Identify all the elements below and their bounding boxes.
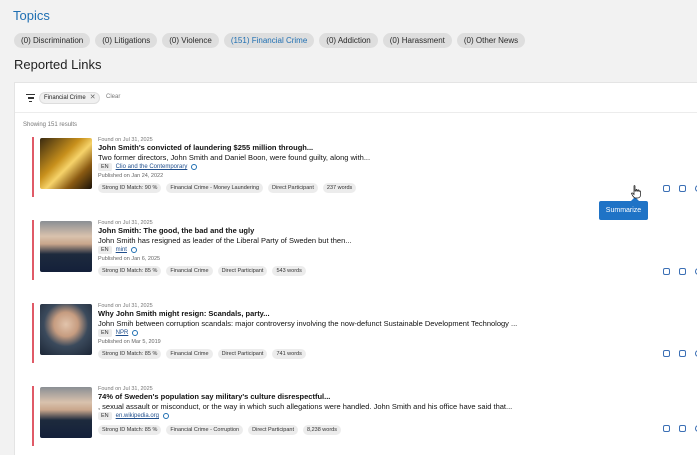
tag: Direct Participant (248, 425, 299, 435)
summarize-icon[interactable] (663, 268, 670, 275)
tag: 543 words (272, 266, 306, 276)
article-thumbnail[interactable] (40, 138, 92, 189)
list-item[interactable]: Found on Jul 31, 2025 John Smith: The go… (32, 220, 697, 280)
tag: Financial Crime (166, 266, 213, 276)
topic-chip-discrimination[interactable]: (0) Discrimination (14, 33, 91, 48)
source-link[interactable]: Clio and the Contemporary (116, 164, 188, 170)
tag: Direct Participant (268, 183, 318, 193)
list-item[interactable]: Found on Jul 31, 2025 Why John Smith mig… (32, 303, 697, 363)
tag: Strong ID Match: 90 % (98, 183, 162, 193)
list-item[interactable]: Found on Jul 31, 2025 John Smith's convi… (32, 137, 697, 197)
language-badge: EN (98, 163, 112, 171)
verified-icon (163, 413, 169, 419)
article-title[interactable]: John Smith's convicted of laundering $25… (98, 143, 313, 152)
filter-icon[interactable] (26, 94, 35, 102)
published-date: Published on Jan 6, 2025 (98, 256, 161, 262)
clear-filters-button[interactable]: Clear (106, 94, 120, 100)
flag-bar (32, 386, 34, 446)
export-icon[interactable] (679, 350, 686, 357)
tag: Financial Crime (166, 349, 213, 359)
topic-chip-financial-crime[interactable]: (151) Financial Crime (223, 33, 315, 48)
results-count: Showing 151 results (23, 122, 78, 128)
filter-bar: Financial Crime ✕ Clear (15, 83, 697, 113)
source-link[interactable]: en.wikipedia.org (116, 413, 159, 419)
article-title[interactable]: John Smith: The good, the bad and the ug… (98, 226, 254, 235)
article-thumbnail[interactable] (40, 221, 92, 272)
article-title[interactable]: 74% of Sweden's population say military'… (98, 392, 330, 401)
tag: Strong ID Match: 85 % (98, 349, 162, 359)
article-title[interactable]: Why John Smith might resign: Scandals, p… (98, 309, 270, 318)
language-badge: EN (98, 246, 112, 254)
verified-icon (132, 330, 139, 336)
topic-chip-other-news[interactable]: (0) Other News (456, 33, 526, 48)
active-filter-chip[interactable]: Financial Crime ✕ (39, 92, 100, 104)
tag: Direct Participant (217, 349, 268, 359)
tag: Financial Crime - Money Laundering (166, 183, 263, 193)
topic-chip-addiction[interactable]: (0) Addiction (319, 33, 378, 48)
topic-chip-litigations[interactable]: (0) Litigations (95, 33, 158, 48)
section-title: Reported Links (14, 57, 102, 72)
summarize-icon[interactable] (663, 350, 670, 357)
cursor-icon (631, 185, 641, 199)
topics-title: Topics (13, 8, 50, 23)
topic-chip-harassment[interactable]: (0) Harassment (382, 33, 452, 48)
summarize-icon[interactable] (663, 425, 670, 432)
published-date: Published on Mar 5, 2019 (98, 339, 161, 345)
tag: Strong ID Match: 85 % (98, 266, 162, 276)
source-link[interactable]: NPR (116, 330, 129, 336)
tag: 8,238 words (303, 425, 341, 435)
tag: Financial Crime - Corruption (166, 425, 244, 435)
verified-icon (130, 247, 137, 253)
language-badge: EN (98, 412, 112, 420)
summarize-tooltip: Summarize (599, 197, 648, 220)
close-icon[interactable]: ✕ (90, 93, 96, 103)
export-icon[interactable] (679, 268, 686, 275)
topic-chips: (0) Discrimination (0) Litigations (0) V… (14, 33, 526, 48)
article-snippet: John Smith has resigned as leader of the… (98, 236, 352, 245)
export-icon[interactable] (679, 425, 686, 432)
published-date: Published on Jan 24, 2022 (98, 173, 164, 179)
tag: 237 words (322, 183, 357, 193)
source-link[interactable]: mint (116, 247, 127, 253)
tag: Direct Participant (217, 266, 268, 276)
flag-bar (32, 303, 34, 363)
flag-bar (32, 137, 34, 197)
article-thumbnail[interactable] (40, 387, 92, 438)
list-item[interactable]: Found on Jul 31, 2025 74% of Sweden's po… (32, 386, 697, 446)
language-badge: EN (98, 329, 112, 337)
summarize-icon[interactable] (663, 185, 670, 192)
export-icon[interactable] (679, 185, 686, 192)
article-thumbnail[interactable] (40, 304, 92, 355)
active-filter-label: Financial Crime (44, 95, 86, 101)
verified-icon (191, 164, 198, 170)
topic-chip-violence[interactable]: (0) Violence (162, 33, 219, 48)
article-snippet: John Smih between corruption scandals: m… (98, 319, 518, 328)
article-snippet: , sexual assault or misconduct, or the w… (98, 402, 513, 411)
tag: 741 words (272, 349, 306, 359)
article-snippet: Two former directors, John Smith and Dan… (98, 153, 371, 162)
flag-bar (32, 220, 34, 280)
tag: Strong ID Match: 85 % (98, 425, 162, 435)
